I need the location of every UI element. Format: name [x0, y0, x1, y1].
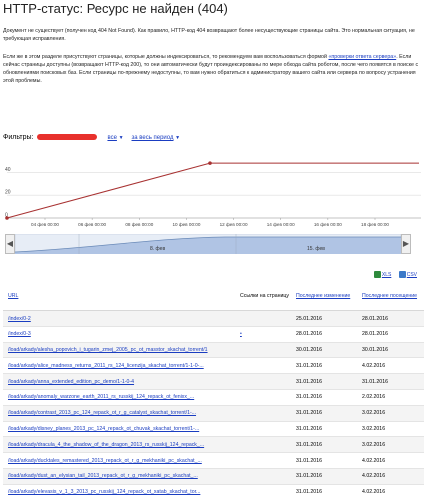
url-link[interactable]: /load/arkady/disney_planes_2013_pc_124_r… — [8, 426, 236, 432]
series-point[interactable] — [208, 161, 212, 165]
last-change-cell: 31.01.2016 — [296, 473, 322, 480]
filters-label: Фильтры: — [3, 134, 34, 141]
links-column-header: Ссылки на страницу — [240, 293, 289, 299]
x-tick-label: 06 фев 00:00 — [78, 222, 106, 227]
period-filter-value[interactable]: за весь период — [132, 135, 174, 141]
x-tick-label: 08 фев 00:00 — [125, 222, 153, 227]
table-row: /load/arkady/anomaly_warzone_earth_2011_… — [3, 390, 424, 406]
x-tick-label: 12 фев 00:00 — [220, 222, 248, 227]
url-link[interactable]: /load/arkady/anna_extended_edition_pc_de… — [8, 379, 236, 385]
type-filter-value[interactable]: все — [107, 135, 116, 141]
x-tick-label: 14 фев 00:00 — [267, 222, 295, 227]
x-tick-label: 04 фев 00:00 — [31, 222, 59, 227]
description-paragraph: Документ не существует (получен код 404 … — [3, 28, 415, 42]
url-link[interactable]: /load/arkady/anomaly_warzone_earth_2011_… — [8, 394, 236, 400]
url-link[interactable]: /load/arkady/ducktales_remastered_2013_r… — [8, 458, 236, 464]
last-change-cell: 31.01.2016 — [296, 441, 322, 448]
chevron-down-icon: ▼ — [175, 135, 181, 141]
y-tick-label: 40 — [5, 167, 11, 173]
last-change-cell: 31.01.2016 — [296, 362, 322, 369]
last-change-cell: 31.01.2016 — [296, 457, 322, 464]
url-link[interactable]: /load/arkady/dracula_4_the_shadow_of_the… — [8, 442, 236, 448]
url-link[interactable]: /load/arkady/elevasis_v_1_3_2013_pc_russ… — [8, 489, 236, 495]
last-change-column-header[interactable]: Последнее изменение — [296, 293, 356, 300]
y-tick-label: 20 — [5, 190, 11, 196]
last-change-cell: 25.01.2016 — [296, 315, 322, 322]
last-visit-cell: 28.01.2016 — [362, 331, 388, 338]
x-tick-label: 18 фев 00:00 — [361, 222, 389, 227]
url-link[interactable]: /load/arkady/alice_madness_returns_2011_… — [8, 363, 236, 369]
table-row: /load/arkady/dracula_4_the_shadow_of_the… — [3, 437, 424, 454]
x-tick-label: 10 фев 00:00 — [172, 222, 200, 227]
last-change-cell: 28.01.2016 — [296, 331, 322, 338]
url-link[interactable]: /index/0-2 — [8, 316, 236, 322]
table-row: /load/arkady/alesha_popovich_i_tugarin_z… — [3, 342, 424, 359]
last-change-cell: 31.01.2016 — [296, 394, 322, 401]
nav-left-button[interactable]: ◀ — [5, 234, 15, 254]
history-chart: 02040 04 фев 00:00 06 фев 00:00 08 фев 00:… — [5, 154, 421, 227]
table-row: /load/arkady/disney_planes_2013_pc_124_r… — [3, 422, 424, 438]
last-visit-cell: 4.02.2016 — [362, 489, 386, 496]
pages-table: URL Ссылки на страницу Последнее изменен… — [3, 287, 424, 499]
table-row: /load/arkady/dust_an_elysian_tail_2013_r… — [3, 468, 424, 485]
table-row: /load/arkady/alice_madness_returns_2011_… — [3, 358, 424, 375]
x-axis-ticks: 04 фев 00:00 06 фев 00:00 08 фев 00:00 10 ф… — [31, 218, 389, 227]
last-change-cell: 31.01.2016 — [296, 489, 322, 496]
server-response-check-link[interactable]: «проверки ответа сервера» — [328, 54, 396, 60]
export-links: XLS CSV — [373, 271, 417, 278]
page-title: HTTP-статус: Ресурс не найден (404) — [3, 1, 228, 16]
last-visit-cell: 31.01.2016 — [362, 378, 388, 385]
last-change-cell: 30.01.2016 — [296, 347, 322, 354]
period-filter-dropdown[interactable]: за весь период ▼ — [132, 135, 181, 141]
table-row: /load/arkady/contrast_2013_pc_124_repack… — [3, 405, 424, 422]
table-row: /load/arkady/ducktales_remastered_2013_r… — [3, 453, 424, 469]
table-row: /load/arkady/elevasis_v_1_3_2013_pc_russ… — [3, 485, 424, 499]
last-visit-cell: 30.01.2016 — [362, 347, 388, 354]
last-visit-cell: 3.02.2016 — [362, 441, 386, 448]
url-link[interactable]: /load/arkady/dust_an_elysian_tail_2013_r… — [8, 473, 236, 479]
last-visit-cell: 28.01.2016 — [362, 315, 388, 322]
last-visit-cell: 4.02.2016 — [362, 473, 386, 480]
series-point[interactable] — [5, 216, 9, 220]
last-visit-cell: 4.02.2016 — [362, 457, 386, 464]
url-column-header[interactable]: URL — [8, 293, 18, 300]
last-change-cell: 31.01.2016 — [296, 410, 322, 417]
export-csv-link[interactable]: CSV — [407, 272, 417, 278]
navigator-label-2: 15. фев — [307, 246, 325, 252]
url-link[interactable]: /index/0-3 — [8, 331, 236, 337]
table-header: URL Ссылки на страницу Последнее изменен… — [3, 287, 424, 311]
table-row: /load/arkady/anna_extended_edition_pc_de… — [3, 374, 424, 390]
chevron-down-icon: ▼ — [118, 135, 124, 141]
last-visit-cell: 3.02.2016 — [362, 426, 386, 433]
links-cell[interactable]: • — [240, 331, 290, 337]
last-visit-cell: 4.02.2016 — [362, 362, 386, 369]
url-link[interactable]: /load/arkady/alesha_popovich_i_tugarin_z… — [8, 347, 236, 353]
last-visit-cell: 2.02.2016 — [362, 394, 386, 401]
last-visit-column-header[interactable]: Последнее посещение — [362, 293, 422, 300]
type-filter-dropdown[interactable]: все ▼ — [107, 135, 123, 141]
last-change-cell: 31.01.2016 — [296, 378, 322, 385]
redacted-site-name — [36, 134, 97, 141]
recommendation-paragraph: Если же в этом разделе присутствуют стра… — [3, 53, 421, 85]
range-navigator[interactable]: ◀ 8. фев 15. фев ▶ — [5, 234, 411, 254]
nav-right-button[interactable]: ▶ — [401, 234, 411, 254]
xls-icon[interactable] — [373, 271, 381, 278]
recommendation-text-start: Если же в этом разделе присутствуют стра… — [3, 54, 329, 60]
table-row: /index/0-3 • 28.01.2016 28.01.2016 — [3, 327, 424, 343]
filters-bar: Фильтры: все ▼ за весь период ▼ — [3, 134, 180, 141]
export-xls-link[interactable]: XLS — [382, 272, 391, 278]
last-change-cell: 31.01.2016 — [296, 426, 322, 433]
csv-icon[interactable] — [398, 271, 406, 278]
table-row: /index/0-2 25.01.2016 28.01.2016 — [3, 311, 424, 327]
url-link[interactable]: /load/arkady/contrast_2013_pc_124_repack… — [8, 410, 236, 416]
navigator-area[interactable]: 8. фев 15. фев — [15, 234, 401, 254]
x-tick-label: 16 фев 00:00 — [314, 222, 342, 227]
navigator-label-1: 8. фев — [150, 246, 165, 252]
last-visit-cell: 3.02.2016 — [362, 410, 386, 417]
table-body: /index/0-2 25.01.2016 28.01.2016/index/0-3… — [3, 311, 424, 499]
